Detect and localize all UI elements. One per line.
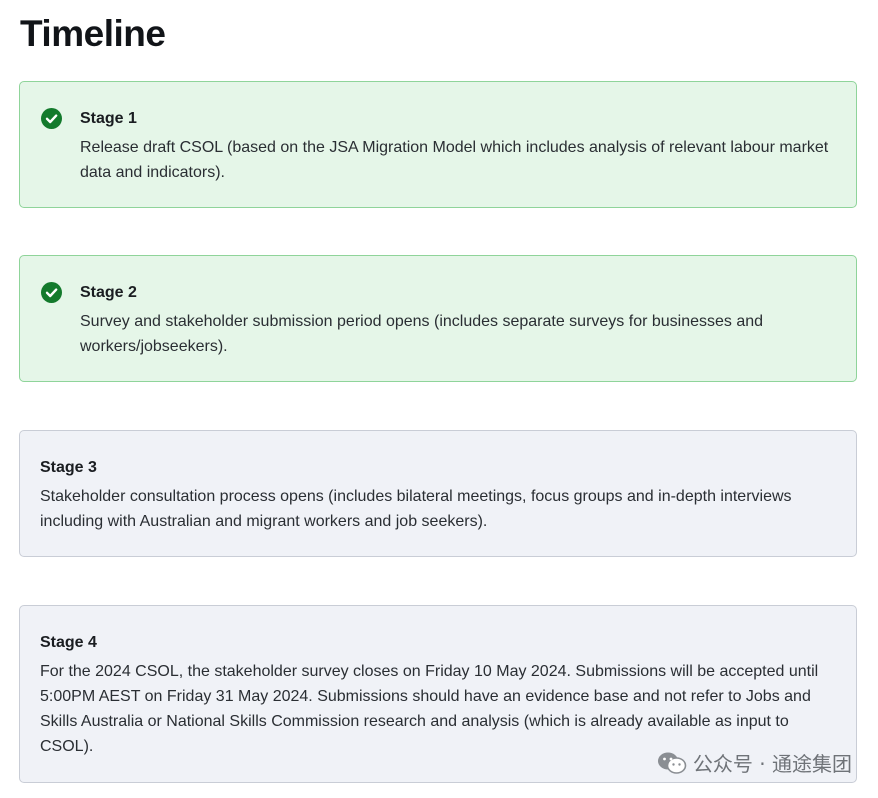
stage-card-2: Stage 2 Survey and stakeholder submissio… (19, 255, 857, 382)
check-circle-icon (41, 108, 62, 129)
stage-label: Stage 2 (80, 284, 137, 301)
stage-description: Survey and stakeholder submission period… (80, 313, 764, 355)
watermark-text: 公众号 · 通途集团 (692, 752, 852, 776)
stage-content: Stage 4 For the 2024 CSOL, the stakehold… (40, 633, 832, 759)
stage-card-3: Stage 3 Stakeholder consultation process… (19, 430, 857, 557)
stage-content: Stage 1 Release draft CSOL (based on the… (80, 109, 832, 185)
stage-content: Stage 2 Survey and stakeholder submissio… (80, 283, 832, 359)
stage-content: Stage 3 Stakeholder consultation process… (40, 458, 832, 534)
stage-description: For the 2024 CSOL, the stakeholder surve… (40, 663, 819, 755)
stage-label: Stage 1 (80, 110, 137, 127)
watermark: 公众号 · 通途集团 (657, 748, 852, 777)
page-title: Timeline (20, 13, 166, 54)
stage-label: Stage 4 (40, 634, 97, 651)
stage-card-1: Stage 1 Release draft CSOL (based on the… (19, 81, 857, 208)
stage-label: Stage 3 (40, 459, 97, 476)
stage-description: Release draft CSOL (based on the JSA Mig… (80, 139, 829, 181)
stage-description: Stakeholder consultation process opens (… (40, 488, 792, 530)
wechat-icon (657, 752, 687, 774)
check-circle-icon (41, 282, 62, 303)
timeline-page: Timeline Stage 1 Release draft CSOL (bas… (0, 0, 878, 798)
